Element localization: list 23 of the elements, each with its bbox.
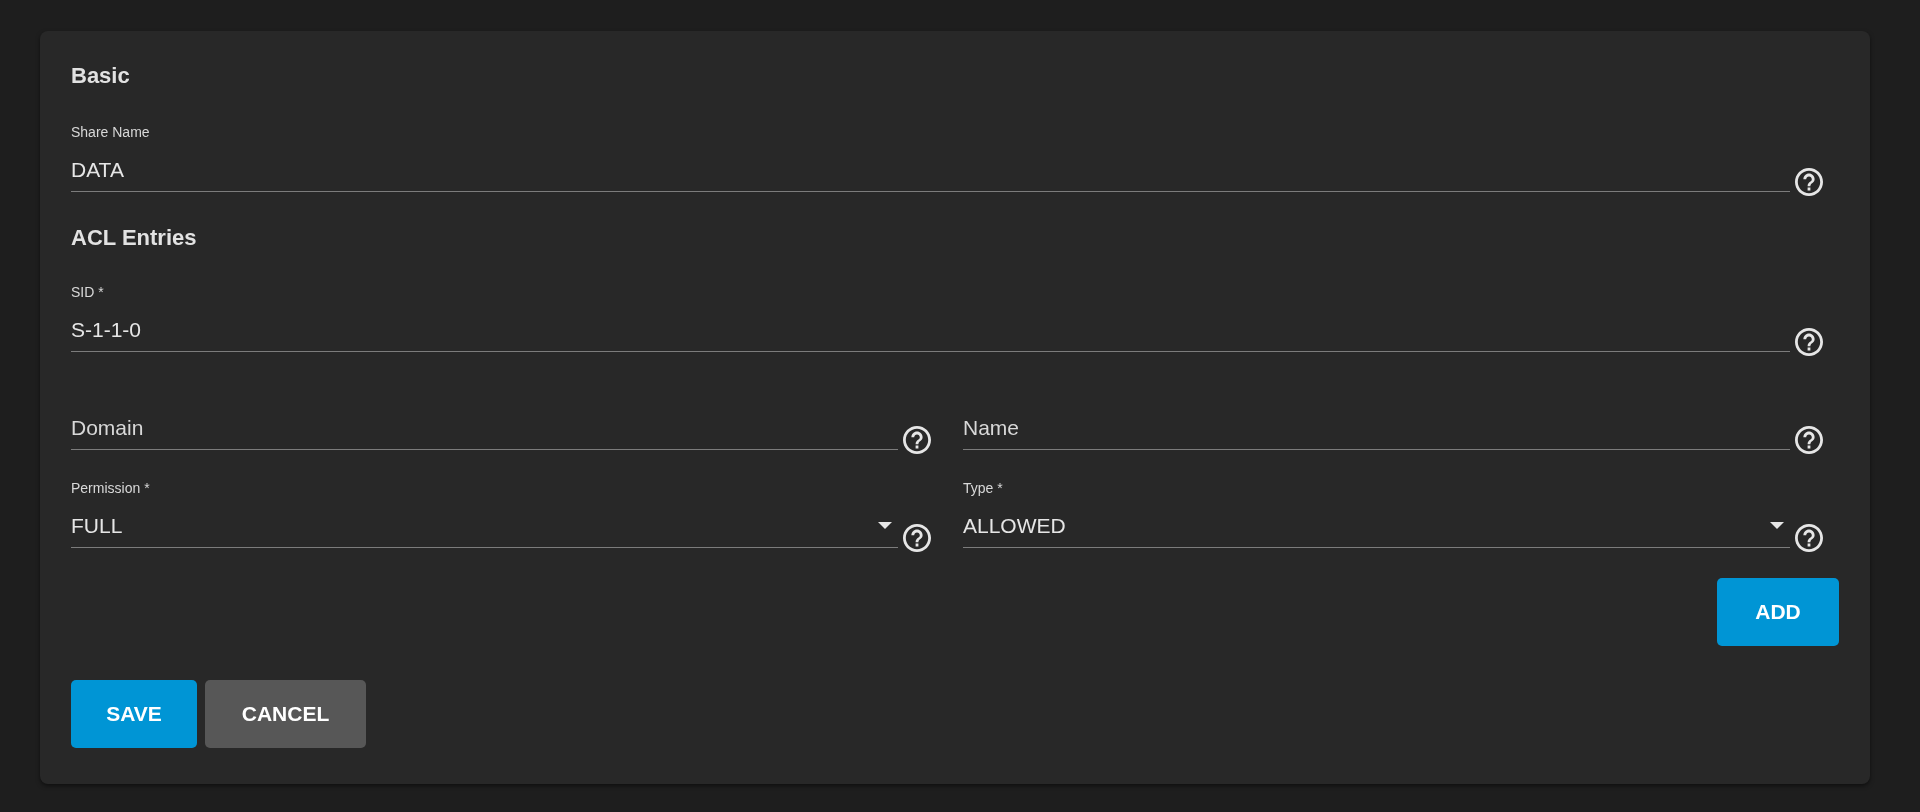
field-label: Share Name bbox=[71, 124, 150, 140]
select-value: ALLOWED bbox=[963, 513, 1067, 538]
cancel-button[interactable]: CANCEL bbox=[205, 680, 366, 748]
caret-icon bbox=[878, 522, 892, 529]
help-icon[interactable] bbox=[1795, 426, 1823, 454]
select-field[interactable]: ALLOWED bbox=[963, 508, 1790, 548]
field-label: SID * bbox=[71, 284, 104, 300]
input-field[interactable]: Domain bbox=[71, 410, 898, 450]
help-icon[interactable] bbox=[1795, 328, 1823, 356]
help-icon[interactable] bbox=[903, 426, 931, 454]
input-field[interactable]: Name bbox=[963, 410, 1790, 450]
input-field[interactable]: DATA bbox=[71, 152, 1790, 192]
select-field[interactable]: FULL bbox=[71, 508, 898, 548]
select-value: FULL bbox=[71, 513, 124, 538]
help-icon[interactable] bbox=[1795, 168, 1823, 196]
input-field[interactable]: S-1-1-0 bbox=[71, 312, 1790, 352]
field-label: Permission * bbox=[71, 480, 150, 496]
caret-icon bbox=[1770, 522, 1784, 529]
help-icon[interactable] bbox=[903, 524, 931, 552]
section-heading: ACL Entries bbox=[71, 225, 198, 251]
field-label: Type * bbox=[963, 480, 1003, 496]
section-heading: Basic bbox=[71, 63, 131, 89]
help-icon[interactable] bbox=[1795, 524, 1823, 552]
